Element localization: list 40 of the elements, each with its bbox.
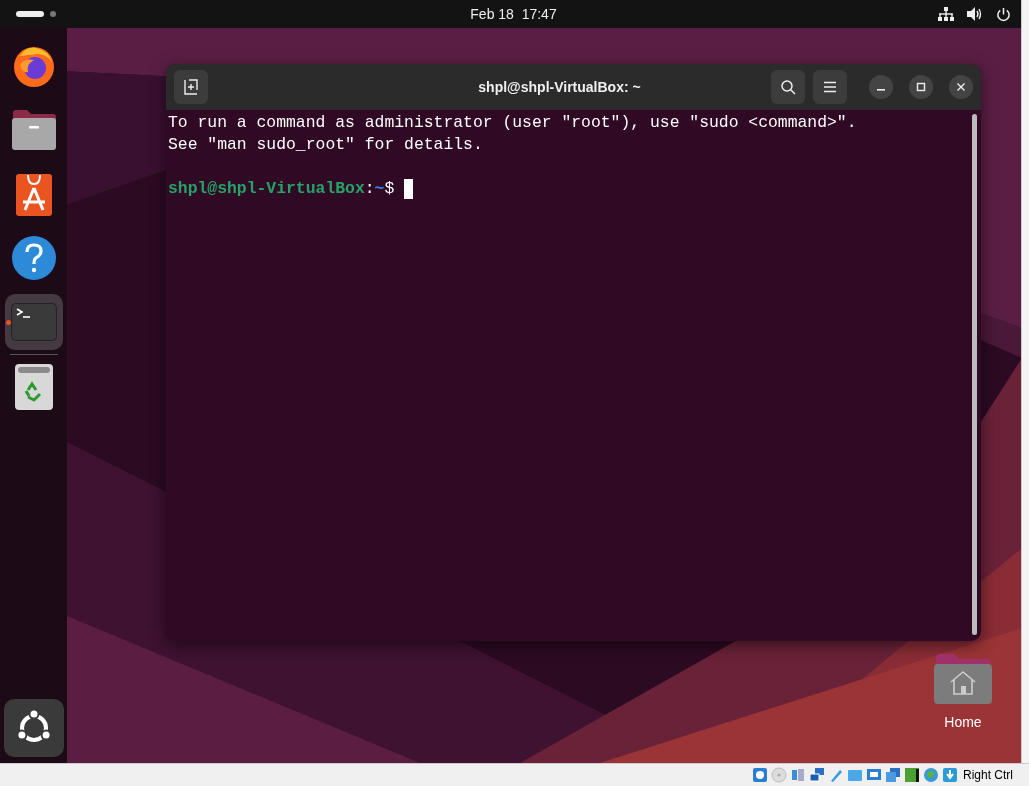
terminal-output-line: To run a command as administrator (user "root"), use "sudo <command>". [168,112,858,134]
close-button[interactable] [949,75,973,99]
terminal-output-line: See "man sudo_root" for details. [168,134,484,156]
workspace-indicator[interactable] [50,11,56,17]
prompt-path: ~ [374,178,385,200]
screens-icon[interactable] [885,767,901,783]
show-apps-button[interactable] [3,699,64,757]
network-icon[interactable] [938,7,954,21]
menu-icon [823,81,837,93]
maximize-icon [916,82,926,92]
power-icon[interactable] [996,6,1011,22]
prompt-symbol: $ [384,178,395,200]
fox-globe-icon [11,44,56,88]
new-tab-icon [183,79,199,95]
close-icon [956,82,966,92]
trash-icon [14,364,53,410]
new-tab-button[interactable] [174,70,208,104]
home-folder-icon[interactable] [934,652,992,704]
search-icon [780,79,796,95]
desktop-icon-label[interactable]: Home [944,714,982,730]
download-icon[interactable] [942,767,958,783]
text-cursor [404,179,414,199]
scrollbar[interactable] [972,114,977,635]
help-icon [11,236,56,280]
terminal-icon [10,303,57,341]
clock[interactable]: Feb 18 17:47 [470,6,557,22]
volume-icon[interactable] [967,7,983,21]
minimize-button[interactable] [869,75,893,99]
workspace-indicator[interactable] [16,11,44,17]
window-title: shpl@shpl-VirtualBox: ~ [477,79,642,95]
prompt-separator: : [364,178,375,200]
menu-button[interactable] [813,70,847,104]
maximize-button[interactable] [909,75,933,99]
prompt-user-host: shpl@shpl-VirtualBox [168,178,365,200]
search-button[interactable] [771,70,805,104]
host-key-label: Right Ctrl [963,768,1013,782]
minimize-icon [877,89,885,91]
shopping-bag-icon [15,172,52,216]
display-icon[interactable] [866,767,882,783]
running-indicator [5,320,11,325]
